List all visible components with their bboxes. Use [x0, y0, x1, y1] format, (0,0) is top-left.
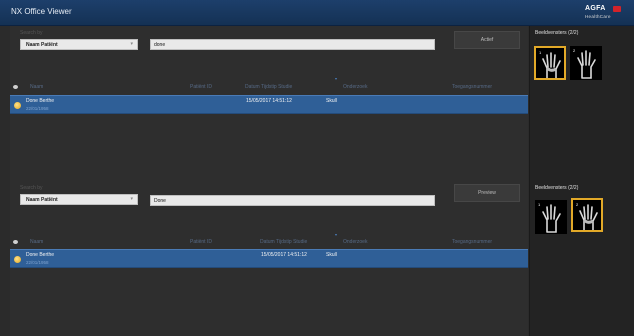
- table-row[interactable]: Done Berthe 22/01/1958 15/05/2017 14:51:…: [10, 249, 528, 268]
- patient-icon: [14, 256, 21, 263]
- column-study-datetime[interactable]: Datum Tijdstip Studie: [260, 239, 307, 245]
- table-header: Naam Patiënt ID Datum Tijdstip Studie On…: [10, 82, 528, 93]
- preview-button[interactable]: Preview: [454, 184, 520, 202]
- image-viewer-panel: Beeldvensters (2/2) 1 2 Beeldvensters (2…: [529, 26, 634, 336]
- column-accession[interactable]: Toegangsnummer: [452, 84, 492, 90]
- column-name[interactable]: Naam: [30, 84, 43, 90]
- exam: Skull: [326, 252, 337, 258]
- sort-arrow-icon[interactable]: ▾: [335, 76, 337, 81]
- hand-xray-icon: [542, 52, 561, 78]
- search-input[interactable]: done: [150, 39, 435, 50]
- logo-subtitle: HealthCare: [585, 14, 611, 19]
- field-select-value: Naam Patiënt: [26, 42, 58, 48]
- image-thumbnail[interactable]: 2: [570, 46, 602, 80]
- viewer-title: Beeldvensters (2/2): [535, 30, 579, 36]
- column-patient-id[interactable]: Patiënt ID: [190, 84, 212, 90]
- title-bar: NX Office Viewer AGFA HealthCare: [0, 0, 634, 26]
- patient-dob: 22/01/1958: [26, 106, 49, 111]
- column-exam[interactable]: Onderzoek: [343, 239, 367, 245]
- column-exam[interactable]: Onderzoek: [343, 84, 367, 90]
- search-label: Search by: [20, 30, 43, 36]
- logo-brand: AGFA: [585, 5, 606, 12]
- chevron-down-icon: ▾: [130, 196, 133, 202]
- study-datetime: 15/05/2017 14:51:12: [246, 98, 292, 104]
- patient-dob: 22/01/1958: [26, 260, 49, 265]
- study-datetime: 15/05/2017 14:51:12: [261, 252, 307, 258]
- hand-xray-icon: [579, 204, 598, 230]
- main-area: Search by Naam Patiënt ▾ done Actief ▾ N…: [10, 26, 528, 336]
- hand-xray-icon: [577, 50, 596, 79]
- column-patient-id[interactable]: Patiënt ID: [190, 239, 212, 245]
- field-select[interactable]: Naam Patiënt ▾: [20, 39, 138, 50]
- patient-name: Done Berthe: [26, 98, 55, 104]
- column-study-datetime[interactable]: Datum Tijdstip Studie: [245, 84, 292, 90]
- field-select[interactable]: Naam Patiënt ▾: [20, 194, 138, 205]
- table-header: Naam Patiënt ID Datum Tijdstip Studie On…: [10, 237, 528, 248]
- patient-name: Done Berthe: [26, 252, 55, 258]
- column-name[interactable]: Naam: [30, 239, 43, 245]
- app-title: NX Office Viewer: [11, 7, 72, 16]
- table-row[interactable]: Done Berthe 22/01/1958 15/05/2017 14:51:…: [10, 95, 528, 114]
- image-thumbnail[interactable]: 1: [535, 200, 567, 234]
- logo-mark-icon: [613, 6, 621, 12]
- search-input-value: done: [154, 42, 166, 48]
- eye-icon[interactable]: [13, 240, 18, 244]
- search-button[interactable]: Actief: [454, 31, 520, 49]
- agfa-logo: AGFA HealthCare: [582, 5, 622, 22]
- patient-icon: [14, 102, 21, 109]
- search-input[interactable]: Done: [150, 195, 435, 206]
- hand-xray-icon: [542, 204, 561, 233]
- eye-icon[interactable]: [13, 85, 18, 89]
- field-select-value: Naam Patiënt: [26, 197, 58, 203]
- chevron-down-icon: ▾: [130, 41, 133, 47]
- column-accession[interactable]: Toegangsnummer: [452, 239, 492, 245]
- exam: Skull: [326, 98, 337, 104]
- viewer-title: Beeldvensters (2/2): [535, 185, 579, 191]
- search-input-value: Done: [154, 198, 166, 204]
- search-label: Search by: [20, 185, 43, 191]
- image-thumbnail[interactable]: 2: [571, 198, 603, 232]
- image-thumbnail[interactable]: 1: [534, 46, 566, 80]
